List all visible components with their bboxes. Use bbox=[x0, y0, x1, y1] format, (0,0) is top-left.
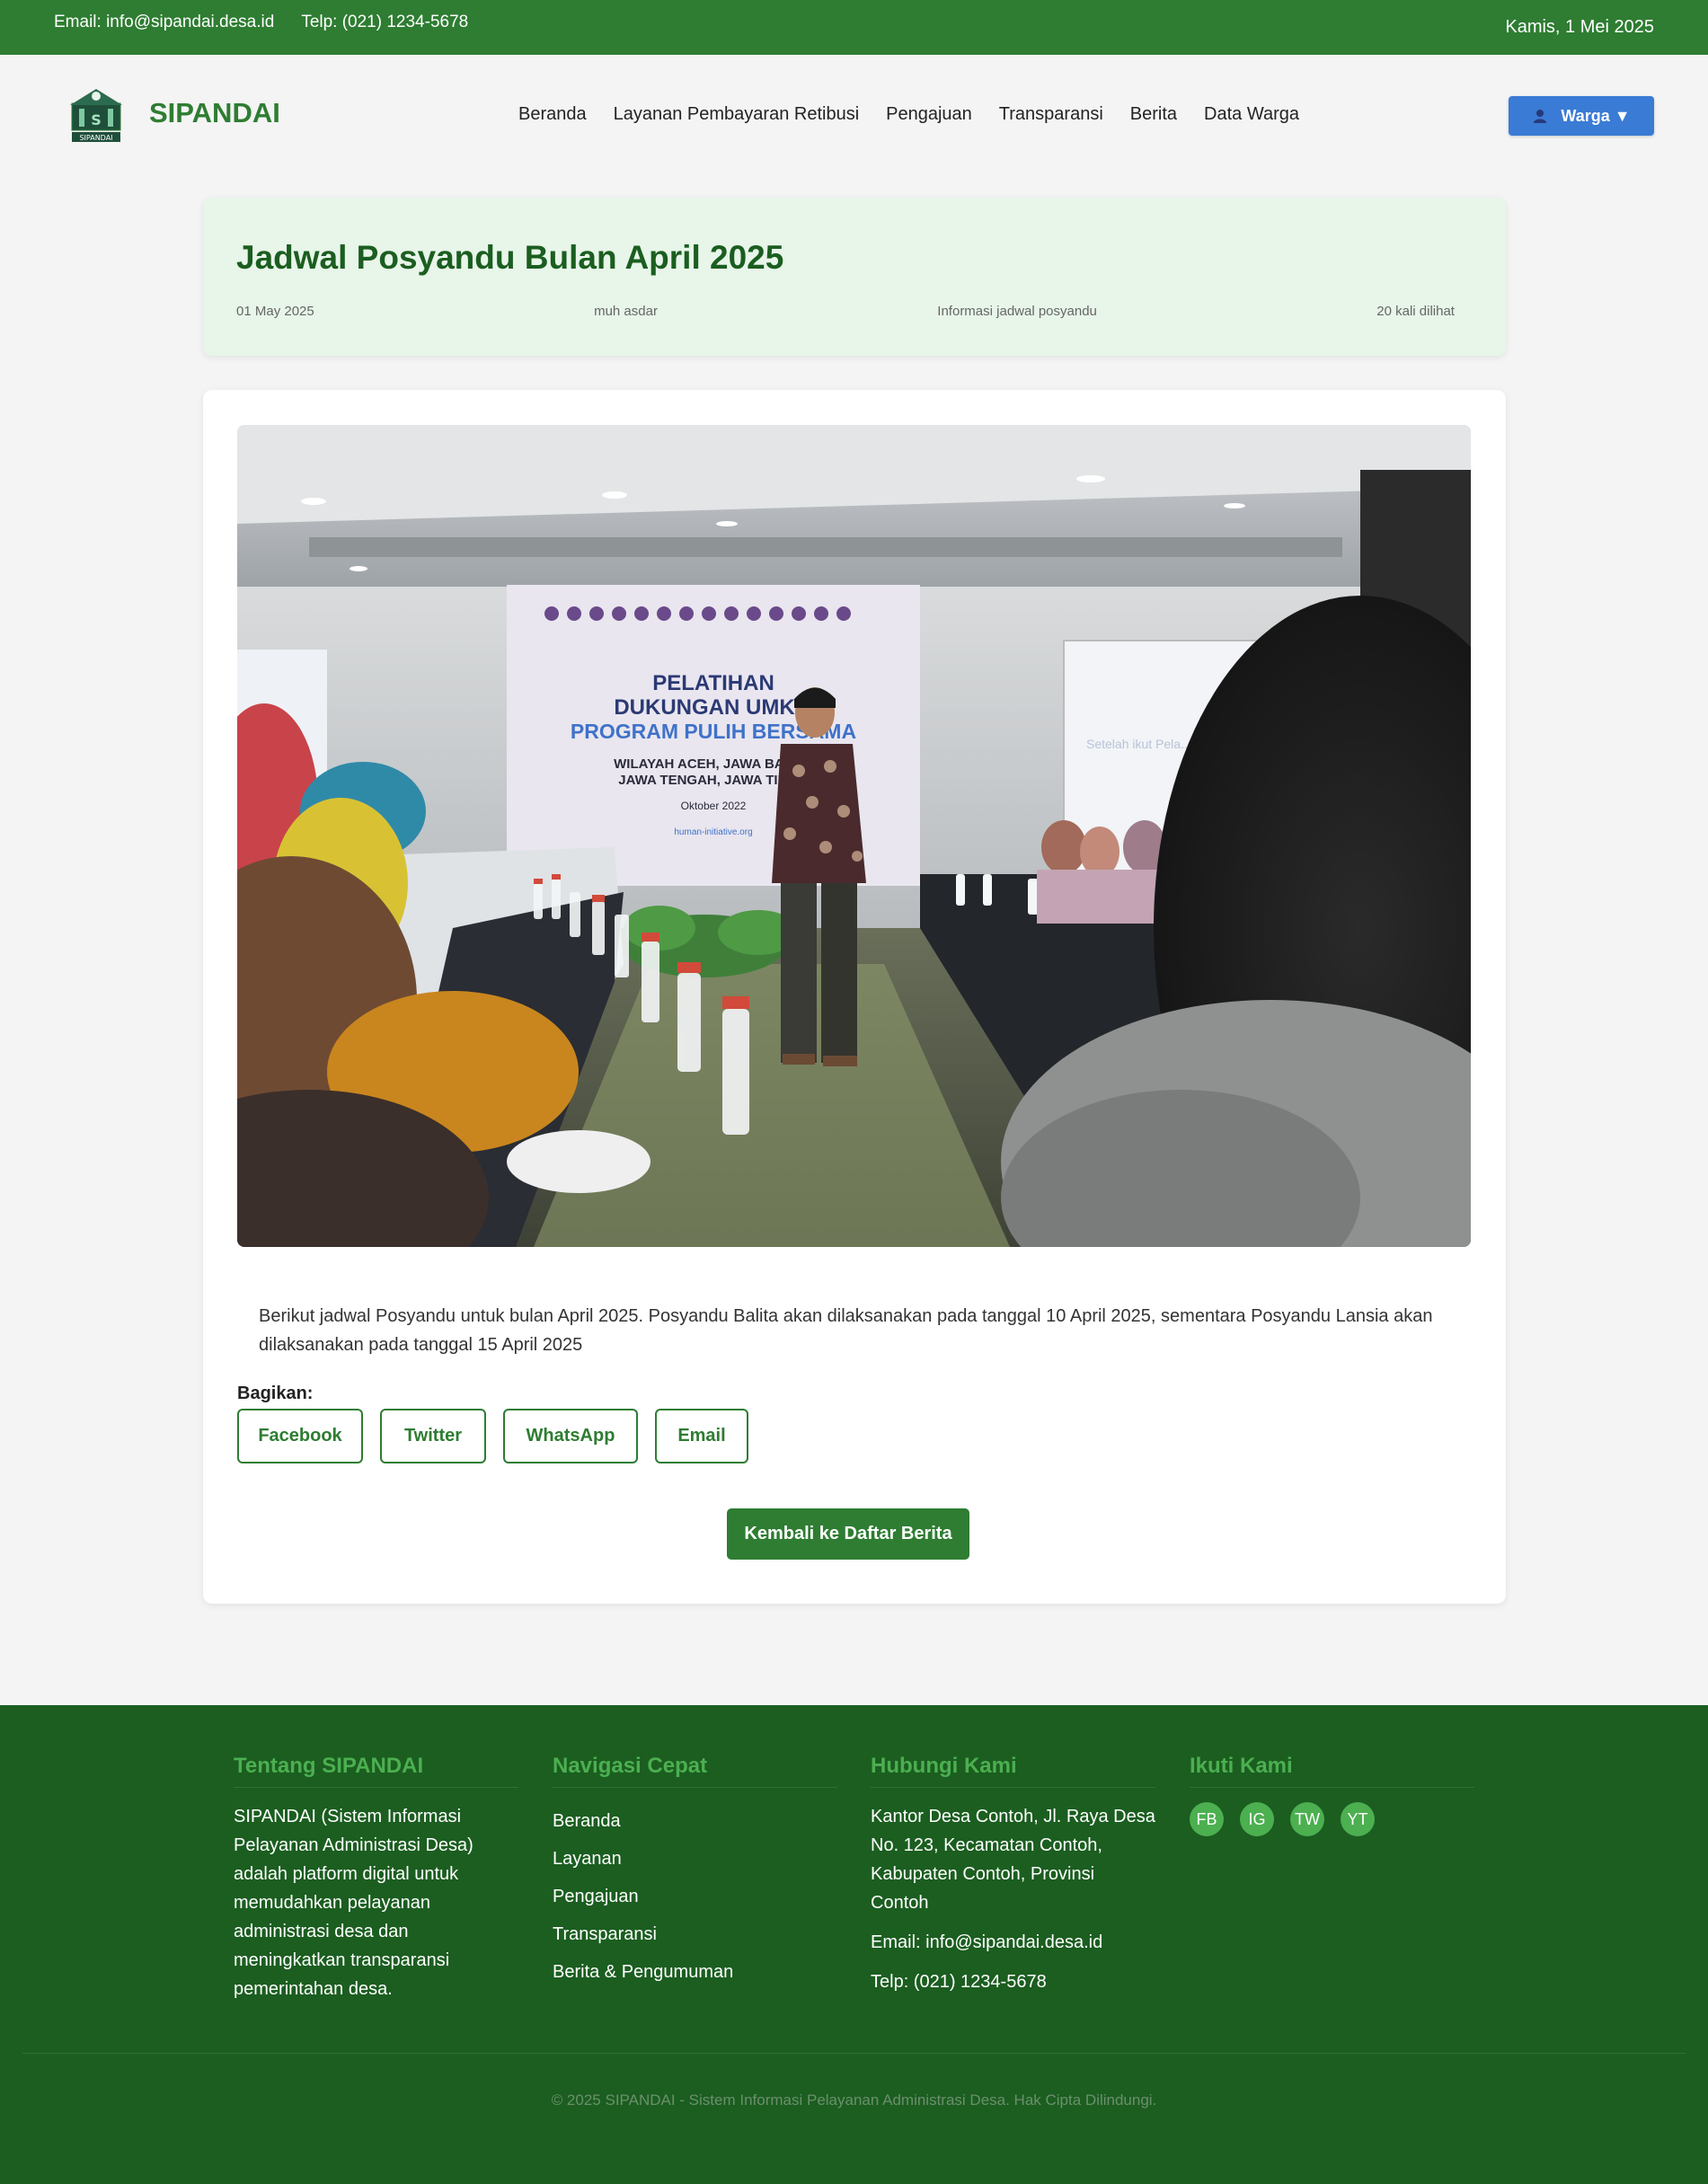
topbar-date: Kamis, 1 Mei 2025 bbox=[1505, 17, 1654, 37]
banner-date: Oktober 2022 bbox=[681, 800, 747, 812]
site-footer: Tentang SIPANDAI SIPANDAI (Sistem Inform… bbox=[0, 1705, 1708, 2184]
footer-link-layanan[interactable]: Layanan bbox=[553, 1840, 837, 1878]
banner-title-1: PELATIHAN bbox=[652, 671, 774, 695]
footer-contact-heading: Hubungi Kami bbox=[871, 1754, 1155, 1788]
twitter-icon[interactable]: TW bbox=[1290, 1802, 1324, 1836]
article-category: Informasi jadwal posyandu bbox=[937, 304, 1097, 319]
sipandai-logo[interactable]: S SIPANDAI bbox=[68, 85, 124, 143]
nav-layanan-pembayaran-retribusi[interactable]: Layanan Pembayaran Retibusi bbox=[614, 104, 860, 125]
nav-berita[interactable]: Berita bbox=[1130, 104, 1177, 125]
article-views: 20 kali dilihat bbox=[1376, 304, 1455, 319]
footer-contact-phone: Telp: (021) 1234-5678 bbox=[871, 1972, 1047, 1992]
logo-text: SIPANDAI bbox=[79, 134, 112, 142]
footer-quicknav: Navigasi Cepat Beranda Layanan Pengajuan… bbox=[553, 1754, 837, 1991]
svg-text:S: S bbox=[91, 111, 102, 128]
share-buttons: Facebook Twitter WhatsApp Email bbox=[237, 1409, 748, 1463]
article-content-card: PELATIHAN DUKUNGAN UMKM PROGRAM PULIH BE… bbox=[203, 390, 1506, 1604]
main-nav: Beranda Layanan Pembayaran Retibusi Peng… bbox=[518, 104, 1299, 125]
user-menu-label: Warga ▼ bbox=[1561, 106, 1631, 125]
instagram-icon[interactable]: IG bbox=[1240, 1802, 1274, 1836]
footer-about: Tentang SIPANDAI SIPANDAI (Sistem Inform… bbox=[234, 1754, 518, 2003]
article-body: Berikut jadwal Posyandu untuk bulan Apri… bbox=[259, 1306, 1433, 1355]
nav-beranda[interactable]: Beranda bbox=[518, 104, 587, 125]
article-header-card: Jadwal Posyandu Bulan April 2025 01 May … bbox=[203, 198, 1506, 356]
footer-contact-address: Kantor Desa Contoh, Jl. Raya Desa No. 12… bbox=[871, 1807, 1155, 1913]
footer-quicknav-heading: Navigasi Cepat bbox=[553, 1754, 837, 1788]
footer-about-text: SIPANDAI (Sistem Informasi Pelayanan Adm… bbox=[234, 1807, 473, 1999]
user-icon bbox=[1534, 110, 1547, 123]
footer-link-pengajuan[interactable]: Pengajuan bbox=[553, 1878, 837, 1915]
footer-link-berita[interactable]: Berita & Pengumuman bbox=[553, 1953, 837, 1991]
article-author: muh asdar bbox=[594, 304, 658, 319]
footer-link-beranda[interactable]: Beranda bbox=[553, 1802, 837, 1840]
footer-contact-email: Email: info@sipandai.desa.id bbox=[871, 1932, 1103, 1952]
top-info-bar: Email: info@sipandai.desa.id Telp: (021)… bbox=[0, 0, 1708, 55]
user-menu-button[interactable]: Warga ▼ bbox=[1509, 96, 1654, 136]
nav-transparansi[interactable]: Transparansi bbox=[999, 104, 1103, 125]
article-meta: 01 May 2025 muh asdar Informasi jadwal p… bbox=[236, 304, 1455, 319]
footer-social: Ikuti Kami FB IG TW YT bbox=[1190, 1754, 1474, 1836]
footer-contact: Hubungi Kami Kantor Desa Contoh, Jl. Ray… bbox=[871, 1754, 1155, 2007]
share-email-button[interactable]: Email bbox=[655, 1409, 748, 1463]
share-whatsapp-button[interactable]: WhatsApp bbox=[503, 1409, 638, 1463]
footer-link-transparansi[interactable]: Transparansi bbox=[553, 1915, 837, 1953]
article-image: PELATIHAN DUKUNGAN UMKM PROGRAM PULIH BE… bbox=[237, 425, 1471, 1247]
topbar-email: Email: info@sipandai.desa.id bbox=[54, 13, 275, 31]
facebook-icon[interactable]: FB bbox=[1190, 1802, 1224, 1836]
topbar-phone: Telp: (021) 1234-5678 bbox=[301, 13, 469, 31]
article-date: 01 May 2025 bbox=[236, 304, 314, 319]
article-title: Jadwal Posyandu Bulan April 2025 bbox=[236, 239, 784, 276]
share-label: Bagikan: bbox=[237, 1384, 314, 1403]
youtube-icon[interactable]: YT bbox=[1341, 1802, 1375, 1836]
nav-pengajuan[interactable]: Pengajuan bbox=[886, 104, 972, 125]
back-to-news-button[interactable]: Kembali ke Daftar Berita bbox=[727, 1508, 969, 1560]
footer-copyright: © 2025 SIPANDAI - Sistem Informasi Pelay… bbox=[551, 2091, 1157, 2109]
banner-url: human-initiative.org bbox=[674, 827, 752, 837]
share-twitter-button[interactable]: Twitter bbox=[380, 1409, 486, 1463]
brand-name[interactable]: SIPANDAI bbox=[149, 97, 280, 129]
share-facebook-button[interactable]: Facebook bbox=[237, 1409, 363, 1463]
footer-social-heading: Ikuti Kami bbox=[1190, 1754, 1474, 1788]
site-header: S SIPANDAI SIPANDAI Beranda Layanan Pemb… bbox=[0, 55, 1708, 177]
nav-data-warga[interactable]: Data Warga bbox=[1204, 104, 1299, 125]
footer-divider bbox=[22, 2053, 1686, 2054]
banner-title-2: DUKUNGAN UMKM bbox=[614, 695, 812, 720]
footer-about-heading: Tentang SIPANDAI bbox=[234, 1754, 518, 1788]
